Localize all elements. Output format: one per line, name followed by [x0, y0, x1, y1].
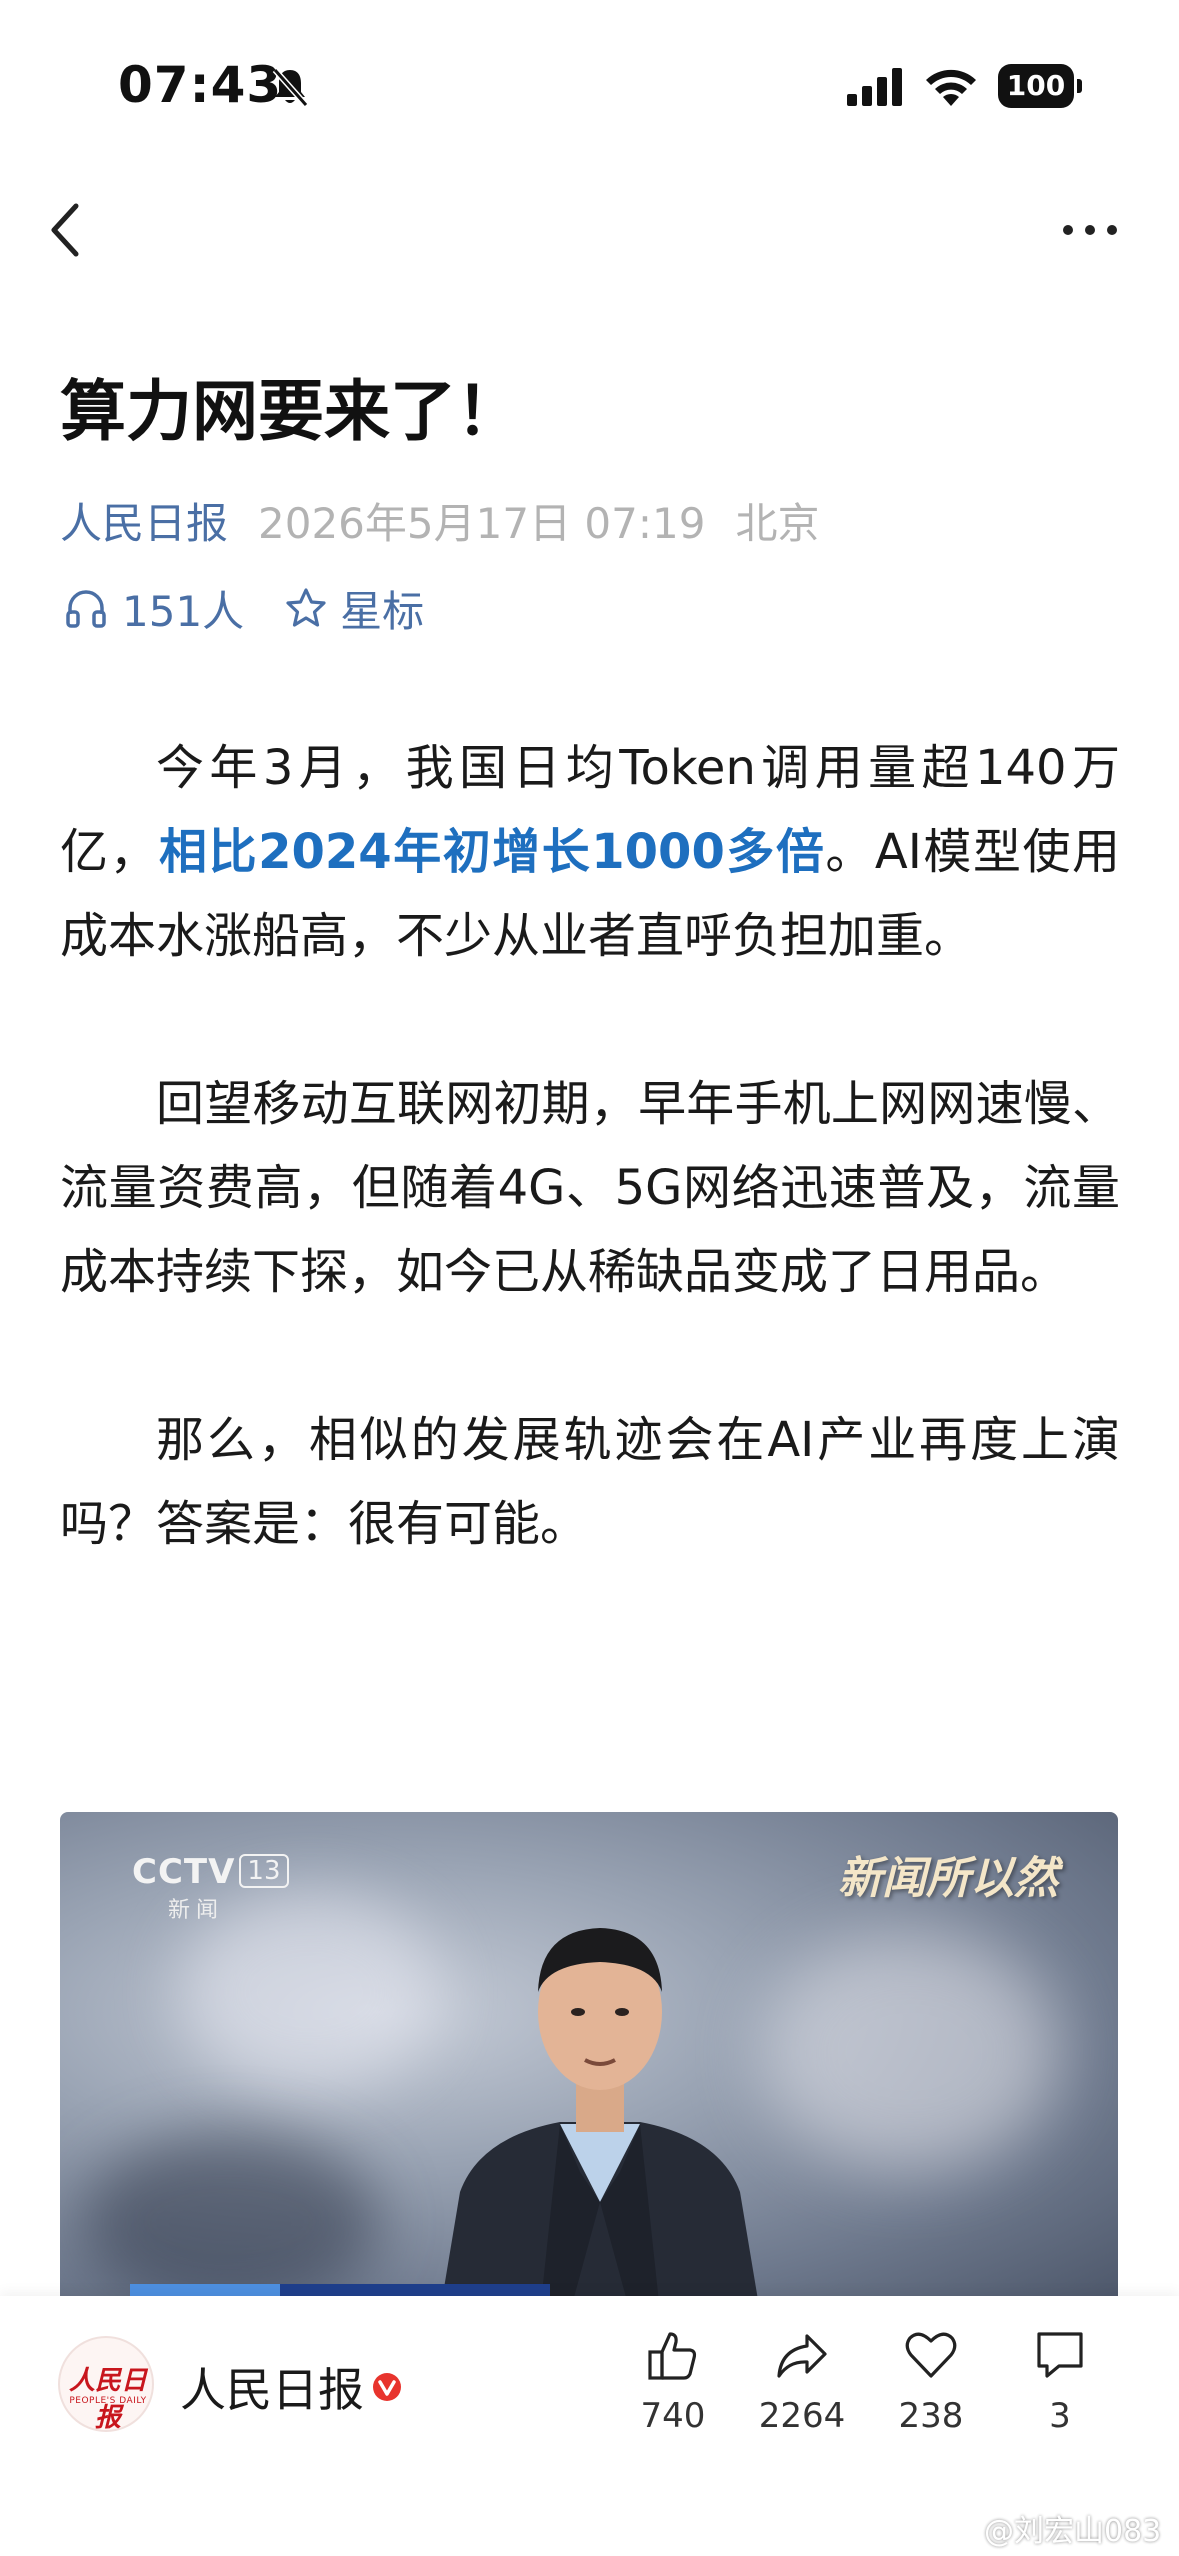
more-horizontal-icon — [1063, 225, 1117, 235]
comment-count: 3 — [1049, 2396, 1071, 2436]
status-time: 07:43 — [118, 56, 283, 114]
headphone-icon — [66, 590, 106, 628]
share-button[interactable]: 2264 — [742, 2326, 862, 2436]
comment-bubble-icon — [1037, 2332, 1083, 2378]
video-player[interactable]: CCTV 13 新闻 新闻所以然 — [60, 1812, 1118, 2312]
favorite-count: 238 — [898, 2396, 964, 2436]
chevron-left-icon — [51, 203, 79, 257]
channel-number: 13 — [239, 1854, 289, 1888]
star-label[interactable]: 星标 — [340, 578, 424, 639]
share-count: 2264 — [758, 2396, 846, 2436]
article-page: 07:43 100 算力网要来了！ 人民日报 2026年5月17日 07:19 … — [0, 0, 1179, 2556]
publish-date: 2026年5月17日 07:19 — [258, 499, 706, 548]
star-icon[interactable] — [284, 586, 328, 630]
publisher-name[interactable]: 人民日报 — [180, 2354, 364, 2420]
listener-count[interactable]: 151人 — [122, 578, 244, 639]
paragraph-3: 那么，相似的发展轨迹会在AI产业再度上演吗？答案是：很有可能。 — [60, 1412, 1120, 1552]
battery-indicator: 100 — [998, 64, 1082, 108]
status-bar: 07:43 100 — [0, 0, 1179, 160]
cellular-signal-icon — [847, 68, 902, 106]
like-button[interactable]: 740 — [613, 2326, 733, 2436]
comment-button[interactable]: 3 — [1000, 2326, 1120, 2436]
back-button[interactable] — [40, 190, 96, 270]
channel-sub: 新闻 — [168, 1898, 225, 1923]
highlight-text: 相比2024年初增长1000多倍 — [159, 824, 826, 880]
watermark: @刘宏山083 — [950, 2506, 1161, 2550]
avatar-logo-subtext: PEOPLE'S DAILY — [69, 2396, 147, 2406]
paragraph-2: 回望移动互联网初期，早年手机上网网速慢、流量资费高，但随着4G、5G网络迅速普及… — [60, 1076, 1120, 1300]
heart-icon — [905, 2332, 957, 2378]
verified-badge-icon — [373, 2373, 401, 2401]
favorite-button[interactable]: 238 — [871, 2326, 991, 2436]
bell-muted-icon — [272, 68, 309, 107]
cctv-logo: CCTV 13 新闻 — [132, 1852, 292, 1924]
wifi-icon — [926, 69, 976, 106]
more-button[interactable] — [1050, 205, 1130, 255]
show-logo: 新闻所以然 — [838, 1853, 1058, 1904]
article-meta: 人民日报 2026年5月17日 07:19 北京 — [60, 490, 819, 551]
battery-tip — [1077, 79, 1082, 93]
article-stats: 151人 星标 — [64, 578, 424, 638]
weibo-icon — [951, 2522, 979, 2544]
channel-name: CCTV — [132, 1852, 236, 1892]
source-link[interactable]: 人民日报 — [60, 499, 228, 548]
watermark-text: @刘宏山083 — [984, 2514, 1162, 2549]
thumbs-up-icon — [648, 2332, 697, 2380]
publish-location: 北京 — [735, 499, 820, 548]
like-count: 740 — [640, 2396, 706, 2436]
paragraph-1: 今年3月，我国日均Token调用量超140万亿，相比2024年初增长1000多倍… — [60, 726, 1120, 978]
video-background — [760, 1932, 1060, 2172]
article-title: 算力网要来了！ — [60, 373, 522, 450]
publisher-avatar[interactable]: 人民日报 PEOPLE'S DAILY — [58, 2336, 154, 2432]
presenter-figure — [440, 1928, 760, 2312]
share-arrow-icon — [777, 2334, 827, 2378]
battery-level: 100 — [1006, 69, 1066, 102]
article-body: 今年3月，我国日均Token调用量超140万亿，相比2024年初增长1000多倍… — [60, 726, 1120, 1650]
